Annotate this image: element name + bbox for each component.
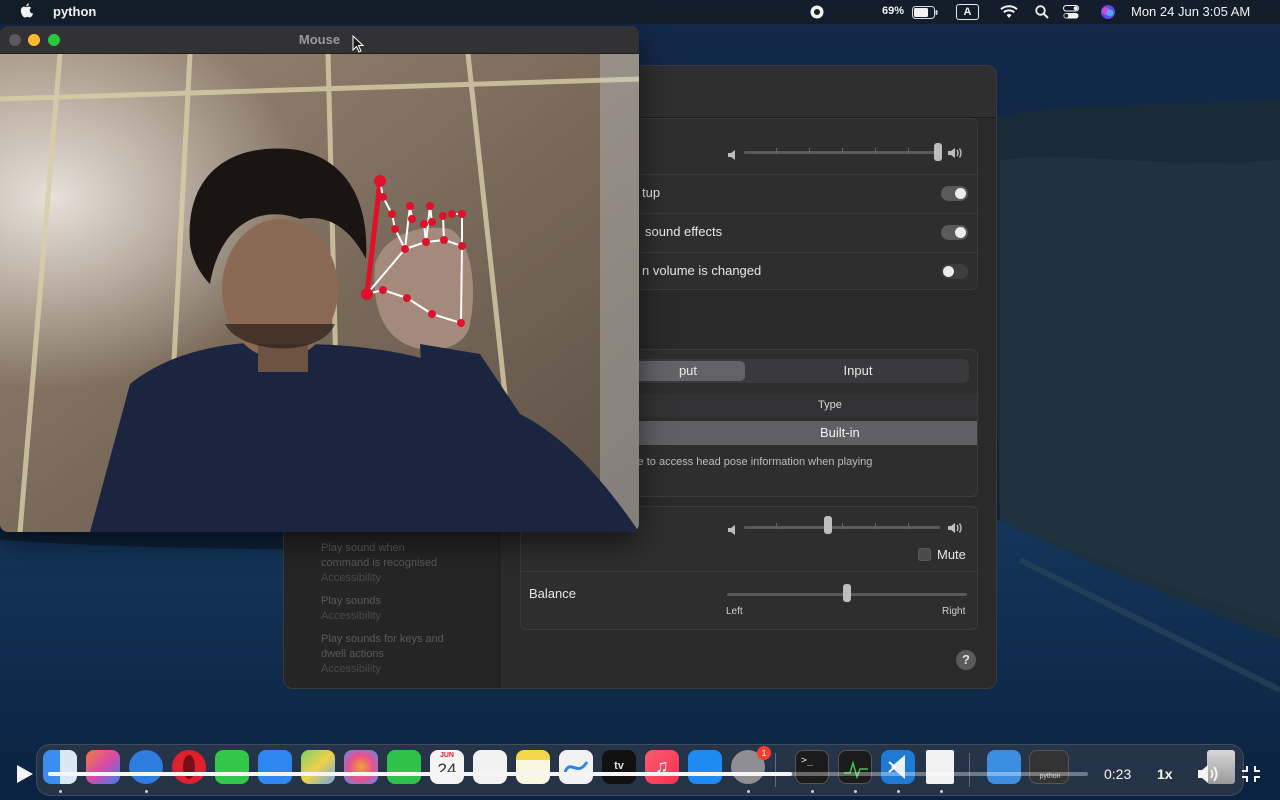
slider-tick [908, 523, 909, 529]
slider-tick [809, 148, 810, 154]
toggle-knob [955, 227, 966, 238]
window-titlebar[interactable]: Mouse [0, 26, 639, 54]
help-button[interactable]: ? [956, 650, 976, 670]
volume-feedback-toggle[interactable] [941, 264, 968, 279]
alert-volume-high-icon [948, 146, 964, 164]
hand-landmark-point [403, 294, 411, 302]
hand-landmark-point [439, 212, 447, 220]
hand-landmark-point [458, 210, 466, 218]
siri-icon[interactable] [1100, 3, 1116, 21]
tab-output[interactable]: put [631, 361, 745, 381]
active-app-name[interactable]: python [53, 4, 96, 19]
slider-tick [875, 523, 876, 529]
output-volume-high-icon [948, 521, 964, 539]
slider-tick [776, 148, 777, 154]
slider-tick [776, 523, 777, 529]
hand-landmark-point [408, 215, 416, 223]
column-type-header[interactable]: Type [818, 399, 842, 411]
hand-landmark-point [458, 242, 466, 250]
hand-landmark-point [422, 238, 430, 246]
tab-input[interactable]: Input [747, 359, 969, 383]
search-result-category: Accessibility [321, 610, 381, 622]
hand-landmark-point [426, 202, 434, 210]
hand-landmark-point [406, 202, 414, 210]
hand-landmark-point [420, 220, 428, 228]
menubar-clock[interactable]: Mon 24 Jun 3:05 AM [1131, 4, 1250, 19]
balance-slider-knob[interactable] [843, 584, 851, 602]
mute-label: Mute [937, 547, 966, 562]
hand-landmark-point [457, 319, 465, 327]
slider-tick [842, 523, 843, 529]
hand-landmark-point [374, 175, 386, 187]
balance-label: Balance [529, 586, 576, 601]
hand-landmark-point [379, 193, 387, 201]
search-result-title: Play sound when command is recognised [321, 542, 438, 569]
hand-landmark-point [379, 286, 387, 294]
toggle-knob [943, 266, 954, 277]
playback-speed-button[interactable]: 1x [1157, 766, 1173, 782]
sidebar-search-result[interactable]: Play sound when command is recognised Ac… [321, 541, 451, 586]
output-input-segmented-control: put Input [629, 359, 969, 383]
video-player-controls: 0:23 1x [0, 752, 1280, 796]
battery-percent[interactable]: 69% [882, 5, 904, 17]
control-center-icon[interactable] [1063, 3, 1079, 21]
sidebar-search-result[interactable]: Play sounds for keys and dwell actions A… [321, 632, 461, 677]
startup-sound-toggle[interactable] [941, 186, 968, 201]
webcam-feed [0, 54, 639, 532]
slider-tick [908, 148, 909, 154]
hand-connection [460, 245, 463, 324]
hand-landmark-point [361, 288, 373, 300]
tab-output-label: put [678, 363, 698, 378]
input-source-icon[interactable]: A [956, 4, 979, 20]
playback-progress-fill [48, 772, 792, 776]
divider [520, 571, 978, 572]
hand-landmark-point [448, 210, 456, 218]
window-title: Mouse [298, 32, 341, 47]
mute-checkbox[interactable] [918, 548, 931, 561]
menu-bar: python 69% A Mon 24 Jun 3:05 AM [0, 0, 1280, 24]
exit-fullscreen-icon[interactable] [1241, 765, 1261, 788]
play-icon[interactable] [16, 764, 34, 789]
alert-volume-slider-knob[interactable] [934, 143, 942, 161]
search-result-category: Accessibility [321, 663, 381, 675]
output-volume-low-icon [728, 522, 738, 540]
sidebar-search-result[interactable]: Play sounds Accessibility [321, 594, 381, 624]
help-icon: ? [962, 652, 970, 667]
volume-feedback-label: n volume is changed [642, 263, 762, 278]
spotlight-icon[interactable] [1035, 3, 1049, 21]
apple-icon[interactable] [20, 3, 34, 19]
playback-progress-bar[interactable] [48, 772, 1088, 776]
hand-landmark-point [401, 245, 409, 253]
mouse-camera-window: Mouse [0, 26, 639, 532]
hand-landmark-point [440, 236, 448, 244]
alert-volume-low-icon [728, 147, 738, 165]
record-icon[interactable] [810, 3, 824, 21]
search-result-title: Play sounds for keys and dwell actions [321, 633, 444, 660]
wifi-icon[interactable] [1000, 3, 1018, 21]
ui-sound-effects-toggle[interactable] [941, 225, 968, 240]
spatial-audio-note: ble to access head pose information when… [629, 456, 873, 468]
battery-icon[interactable] [912, 3, 938, 21]
startup-sound-label: tup [642, 185, 661, 200]
slider-tick [842, 148, 843, 154]
current-time: 0:23 [1104, 766, 1132, 782]
input-source-label: A [963, 6, 972, 18]
balance-right-label: Right [942, 606, 966, 617]
balance-left-label: Left [726, 606, 743, 617]
search-result-title: Play sounds [321, 595, 381, 607]
output-volume-slider-knob[interactable] [824, 516, 833, 534]
hand-landmark-point [428, 310, 436, 318]
hand-landmark-point [428, 218, 436, 226]
tab-input-label: Input [843, 363, 873, 378]
volume-icon[interactable] [1197, 764, 1219, 789]
slider-tick [875, 148, 876, 154]
hand-landmark-point [388, 210, 396, 218]
device-type-cell: Built-in [820, 425, 860, 440]
ui-sound-effects-label: sound effects [645, 224, 723, 239]
search-result-category: Accessibility [321, 572, 381, 584]
toggle-knob [955, 188, 966, 199]
hand-landmark-point [391, 225, 399, 233]
